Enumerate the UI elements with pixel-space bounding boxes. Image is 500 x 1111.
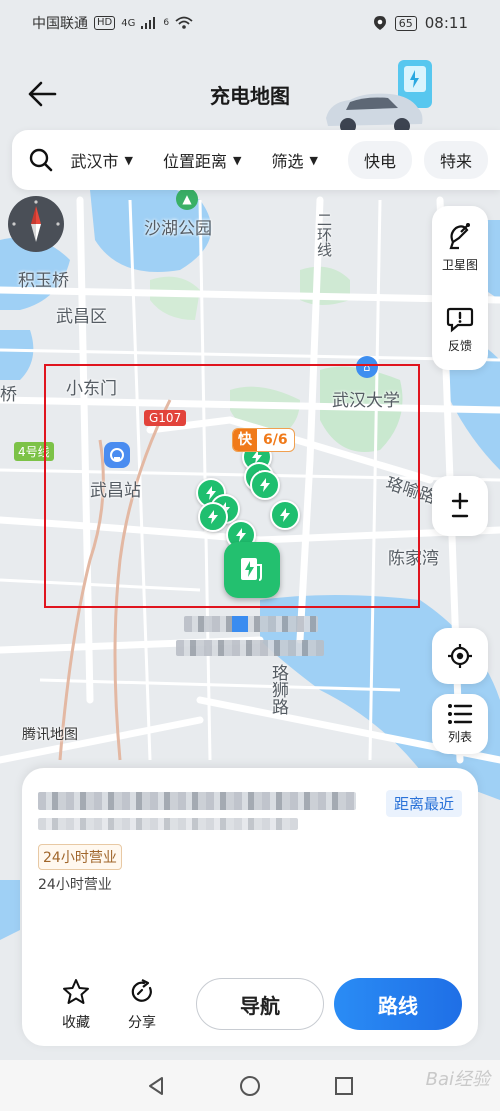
city-filter-label: 武汉市	[70, 152, 119, 171]
status-bar: 中国联通 HD 4G 6 65 08:11	[0, 0, 500, 46]
station-card[interactable]: 距离最近 24小时营业 24小时营业 收藏 分享 导航 路线	[22, 768, 478, 1046]
hd-icon: HD	[94, 16, 116, 30]
map-label-jiyuqiao: 积玉桥	[18, 271, 69, 291]
favorite-label: 收藏	[62, 1015, 90, 1031]
special-pill[interactable]: 特来	[423, 141, 488, 179]
park-icon: ▲	[176, 188, 198, 210]
favorite-button[interactable]: 收藏	[62, 978, 90, 1032]
route-button[interactable]: 路线	[334, 978, 462, 1030]
fast-charger-availability-badge[interactable]: 快 6/6	[232, 428, 295, 452]
feedback-button[interactable]: 反馈	[432, 288, 488, 370]
fast-badge-count: 6/6	[263, 432, 288, 448]
map-label-wuchang-station: 武昌站	[90, 481, 141, 501]
blurred-address-line-2	[176, 640, 324, 656]
map-label-chenjiawan: 陈家湾	[388, 549, 439, 569]
zoom-button[interactable]	[432, 476, 488, 536]
recents-square-icon[interactable]	[333, 1075, 355, 1097]
map-label-wuhan-university: 武汉大学	[332, 391, 400, 411]
carrier-name: 中国联通	[32, 16, 88, 32]
compass-button[interactable]	[8, 196, 64, 252]
location-status-icon	[373, 16, 386, 30]
map-label-erhuan: 二环线	[315, 212, 333, 257]
list-label: 列表	[447, 730, 472, 744]
satellite-icon	[449, 222, 470, 249]
share-label: 分享	[128, 1015, 156, 1031]
university-icon: ⌂	[356, 356, 378, 378]
network-type: 4G	[121, 17, 136, 29]
charger-pin[interactable]	[270, 500, 300, 530]
advanced-filter[interactable]: 筛选 ▼	[271, 148, 317, 172]
charger-pin[interactable]	[250, 470, 280, 500]
map-label-tencent: 腾讯地图	[22, 727, 78, 743]
blurred-station-address	[38, 818, 298, 830]
map-tools-panel: 卫星图 反馈	[432, 206, 488, 370]
filter-bar: 武汉市 ▼ 位置距离 ▼ 筛选 ▼ 快电 特来	[12, 130, 500, 190]
charger-station-icon	[241, 558, 262, 581]
share-button[interactable]: 分享	[128, 978, 156, 1032]
list-button[interactable]: 列表	[432, 694, 488, 754]
charger-pin[interactable]	[198, 502, 228, 532]
map-label-luoshi-road: 珞狮路	[268, 664, 288, 715]
feedback-label: 反馈	[447, 338, 472, 353]
nearest-badge: 距离最近	[385, 790, 462, 817]
home-circle-icon[interactable]	[238, 1074, 262, 1098]
clock: 08:11	[424, 14, 468, 32]
map-label-qiao: 桥	[0, 385, 17, 405]
ev-car-illustration	[326, 60, 432, 134]
caret-down-icon: ▼	[309, 153, 318, 167]
watermark: Bai经验	[425, 1069, 490, 1090]
map-label-wuchang-district: 武昌区	[56, 307, 107, 327]
blurred-station-name	[38, 792, 356, 810]
back-triangle-icon[interactable]	[145, 1075, 167, 1097]
feedback-icon	[446, 307, 474, 332]
satellite-button[interactable]: 卫星图	[432, 206, 488, 288]
share-icon	[131, 979, 152, 1002]
satellite-label: 卫星图	[441, 257, 478, 272]
advanced-filter-label: 筛选	[271, 152, 304, 171]
road-shield-g107: G107	[144, 410, 187, 426]
compass-icon	[12, 200, 60, 242]
bolt-icon	[280, 508, 290, 522]
caret-down-icon: ▼	[124, 153, 133, 167]
zoom-plus-minus-icon	[451, 492, 469, 518]
bolt-icon	[236, 528, 246, 542]
bolt-icon	[260, 478, 270, 492]
my-location-button[interactable]	[432, 628, 488, 684]
navigate-button[interactable]: 导航	[196, 978, 324, 1030]
locate-icon	[448, 644, 472, 668]
hours-text: 24小时营业	[38, 877, 112, 893]
map-label-xiaodongmen: 小东门	[66, 379, 117, 399]
fast-charge-pill[interactable]: 快电	[347, 141, 412, 179]
distance-filter-label: 位置距离	[163, 152, 228, 171]
wifi-label: 6	[163, 18, 170, 28]
star-icon	[63, 979, 89, 1004]
fast-badge-kind: 快	[233, 429, 257, 451]
distance-filter[interactable]: 位置距离 ▼	[163, 148, 241, 172]
search-button[interactable]	[12, 130, 71, 190]
signal-icon	[141, 17, 156, 29]
city-filter[interactable]: 武汉市 ▼	[71, 148, 133, 172]
bolt-icon	[208, 510, 218, 524]
list-icon	[448, 704, 473, 724]
train-station-icon	[104, 442, 130, 468]
battery-level: 65	[394, 15, 417, 31]
hours-tag: 24小时营业	[38, 844, 122, 870]
location-dot	[232, 616, 248, 632]
caret-down-icon: ▼	[233, 153, 242, 167]
blurred-address	[184, 616, 318, 632]
header: 充电地图	[0, 46, 500, 136]
search-icon	[30, 148, 53, 172]
map-label-shahu: 沙湖公园	[144, 219, 212, 239]
selected-charger-pin[interactable]	[224, 542, 280, 598]
wifi-icon	[175, 16, 193, 29]
metro-line-4-badge: 4号线	[14, 442, 54, 461]
